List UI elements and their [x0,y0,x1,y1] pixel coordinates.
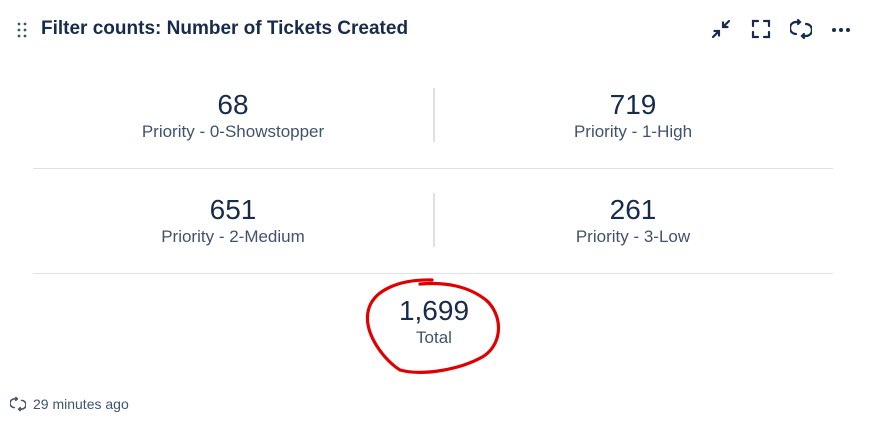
gadget-actions [708,16,854,42]
total-count[interactable]: 1,699 Total [334,296,534,348]
refresh-button[interactable] [788,16,814,42]
collapse-icon [711,19,731,39]
more-actions-button[interactable] [828,16,854,42]
gadget-title: Filter counts: Number of Tickets Created [41,18,409,39]
last-updated: 29 minutes ago [10,396,129,412]
count-cell[interactable]: 261 Priority - 3-Low [433,169,833,273]
drag-handle-icon[interactable] [16,20,28,40]
refresh-small-icon [10,396,26,412]
count-value: 651 [209,194,257,225]
count-cell[interactable]: 719 Priority - 1-High [433,64,833,168]
count-label: Priority - 1-High [573,122,693,141]
more-icon [832,28,850,32]
count-label: Priority - 3-Low [575,227,691,246]
gadget-header: Filter counts: Number of Tickets Created [0,0,880,60]
count-value: 719 [609,89,657,120]
collapse-button[interactable] [708,16,734,42]
counts-row: 651 Priority - 2-Medium 261 Priority - 3… [33,169,833,274]
count-value: 261 [609,194,657,225]
updated-timestamp: 29 minutes ago [33,396,129,412]
total-label: Total [416,328,452,347]
count-value: 68 [217,89,249,120]
counts-row: 68 Priority - 0-Showstopper 719 Priority… [33,64,833,169]
fullscreen-icon [751,19,771,39]
count-label: Priority - 0-Showstopper [141,122,325,141]
count-label: Priority - 2-Medium [161,227,305,246]
refresh-icon [790,18,812,40]
count-cell[interactable]: 68 Priority - 0-Showstopper [33,64,433,168]
filter-counts-grid: 68 Priority - 0-Showstopper 719 Priority… [33,64,833,274]
count-cell[interactable]: 651 Priority - 2-Medium [33,169,433,273]
fullscreen-button[interactable] [748,16,774,42]
total-value: 1,699 [398,295,470,326]
